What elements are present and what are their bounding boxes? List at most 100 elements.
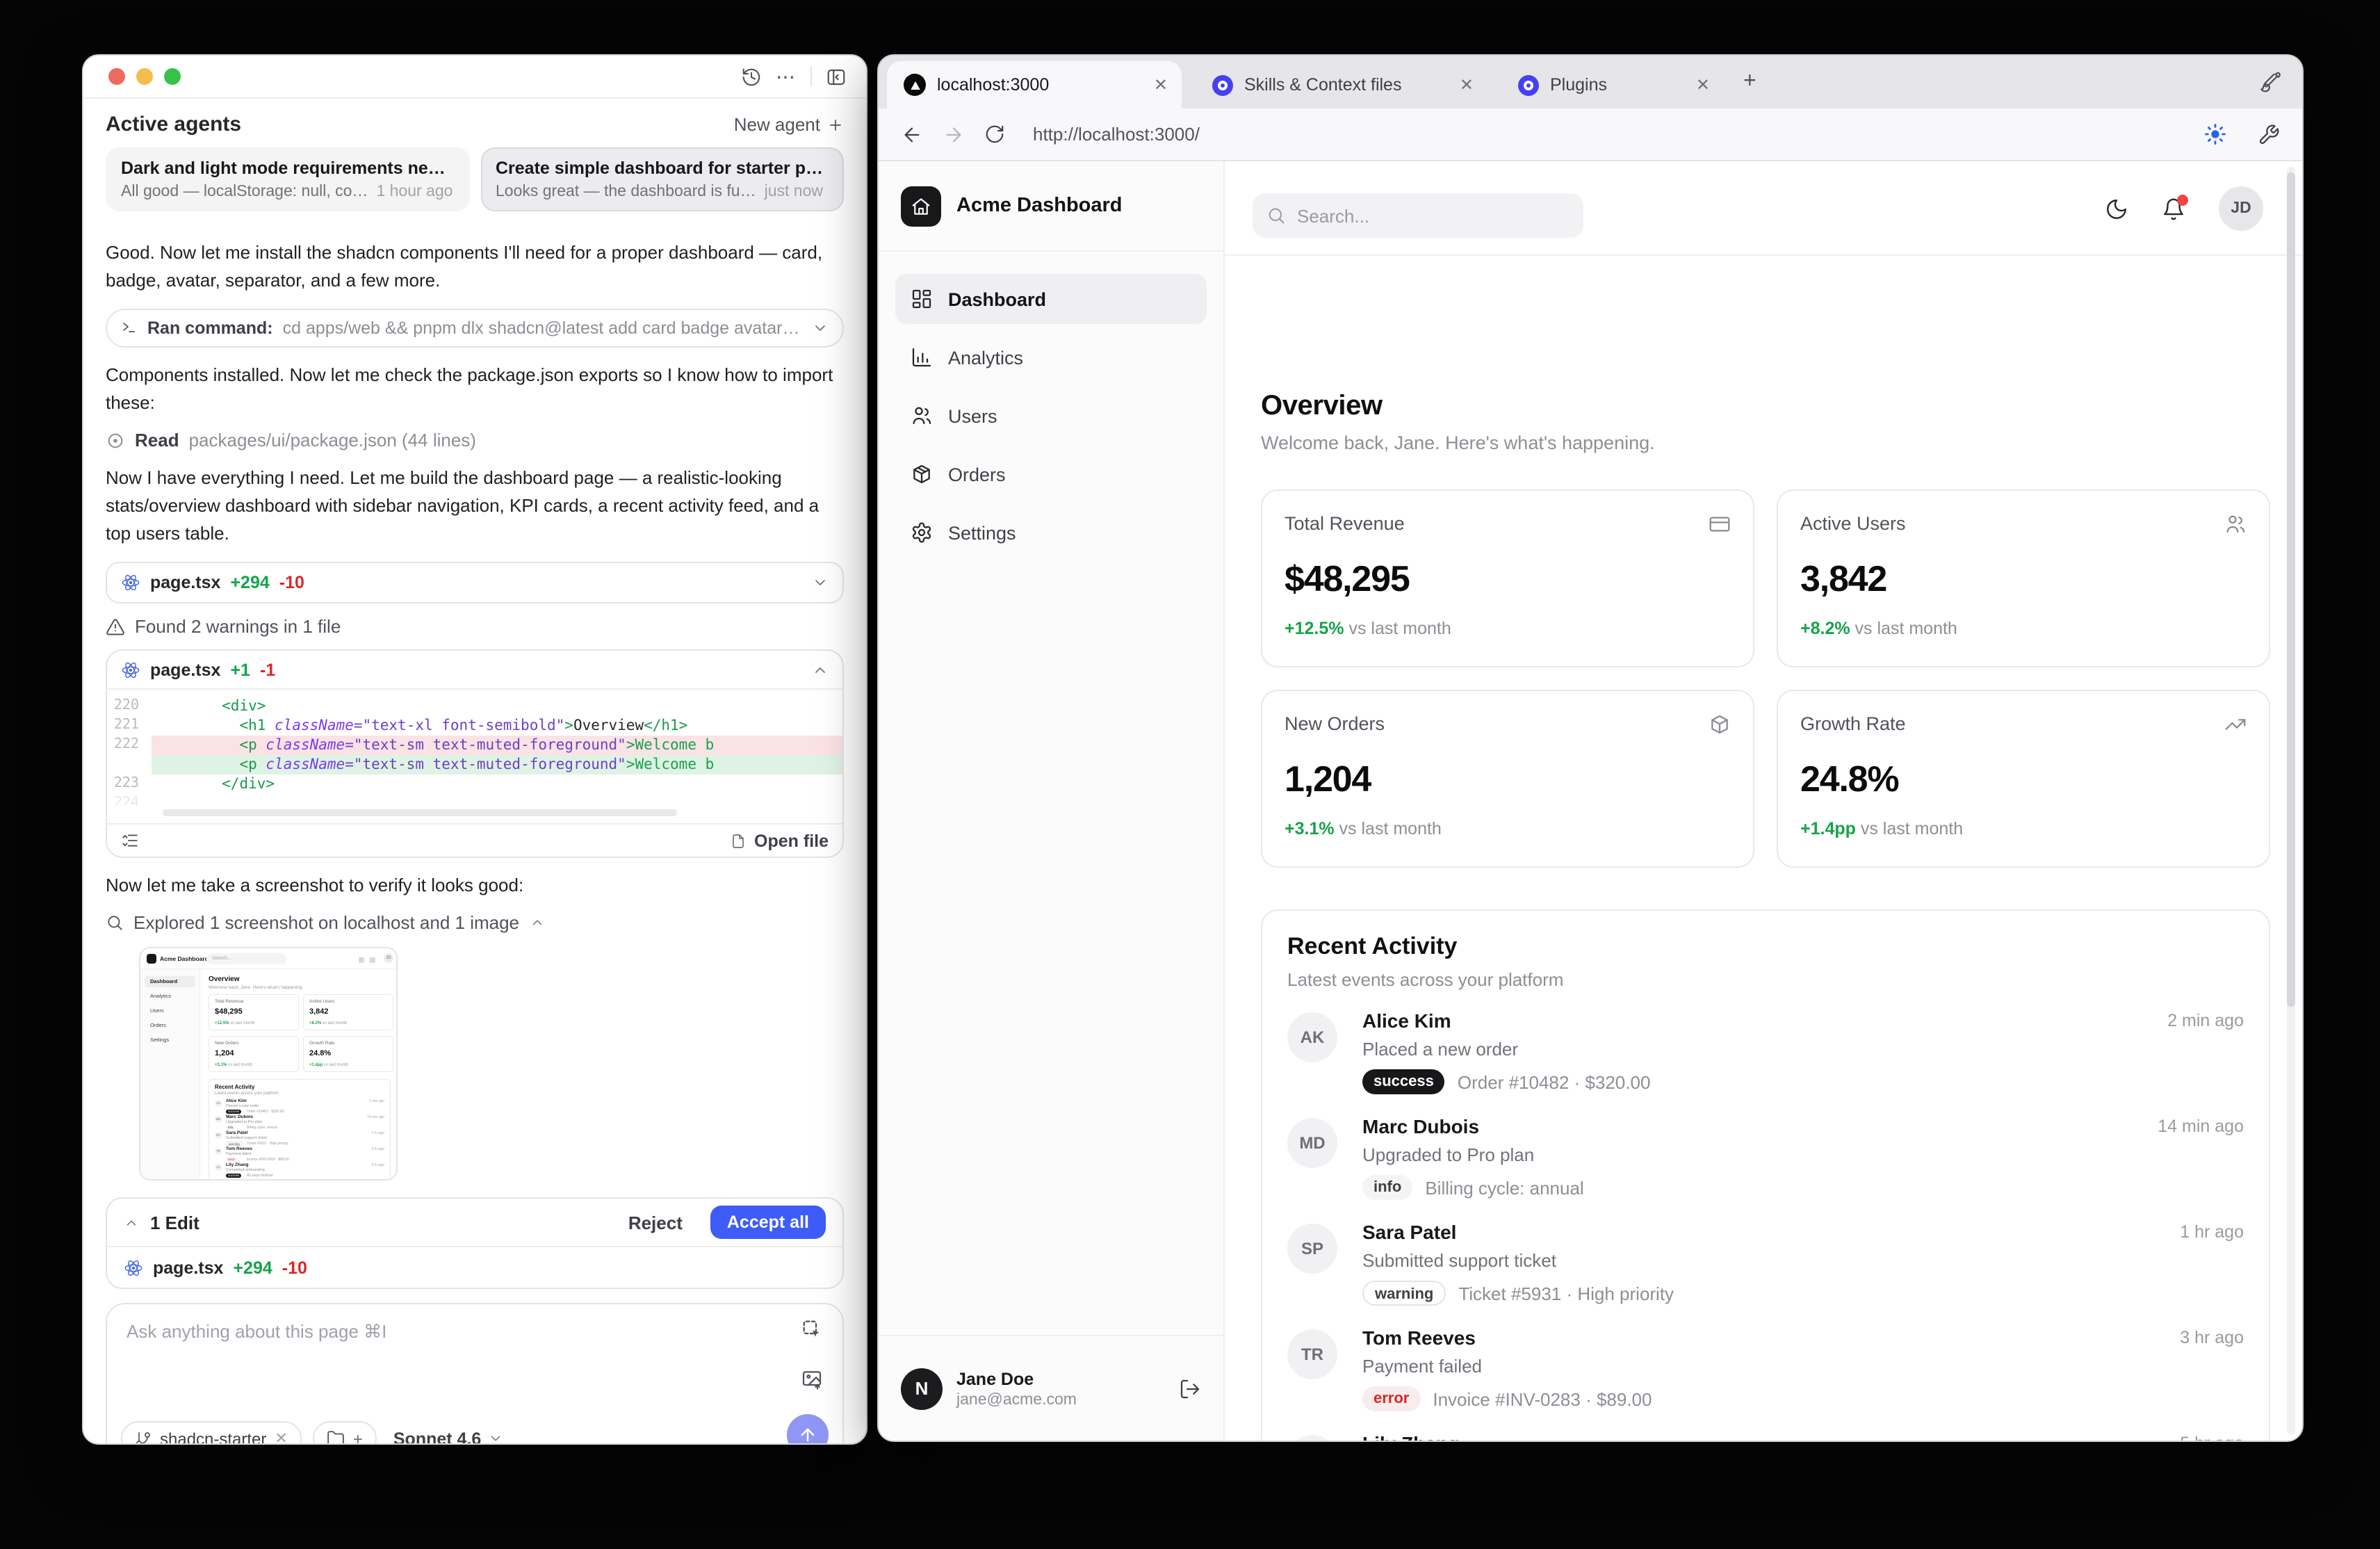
gear-icon bbox=[912, 522, 931, 543]
status-badge: warning bbox=[1362, 1281, 1446, 1306]
diff-header[interactable]: page.tsx +1 -1 bbox=[107, 651, 842, 690]
sidebar-user-row[interactable]: N Jane Doe jane@acme.com bbox=[879, 1335, 1223, 1441]
chevron-down-icon[interactable] bbox=[812, 574, 829, 591]
close-window-button[interactable] bbox=[108, 68, 125, 85]
sidebar-item-settings[interactable]: Settings bbox=[895, 508, 1207, 558]
new-tab-button[interactable]: + bbox=[1743, 70, 1757, 95]
active-agents-title: Active agents bbox=[106, 113, 242, 136]
search-input[interactable] bbox=[1297, 205, 1533, 226]
scrollbar-thumb[interactable] bbox=[2287, 172, 2295, 1007]
reject-button[interactable]: Reject bbox=[628, 1212, 683, 1233]
chat-input[interactable] bbox=[127, 1321, 683, 1404]
new-agent-button[interactable]: New agent bbox=[734, 114, 844, 135]
chat-transcript: Good. Now let me install the shadcn comp… bbox=[83, 211, 866, 1181]
ran-command-row[interactable]: Ran command: cd apps/web && pnpm dlx sha… bbox=[106, 309, 844, 348]
bar-chart-icon bbox=[912, 348, 931, 367]
kpi-value: 1,204 bbox=[1285, 758, 1371, 800]
devtools-wrench-icon[interactable] bbox=[2258, 123, 2280, 145]
address-text[interactable]: http://localhost:3000/ bbox=[1033, 124, 2184, 145]
chevron-up-icon[interactable] bbox=[529, 915, 544, 930]
read-file-row[interactable]: Read packages/ui/package.json (44 lines) bbox=[106, 430, 844, 451]
select-element-icon[interactable] bbox=[801, 1318, 823, 1340]
avatar: AK bbox=[1287, 1012, 1337, 1062]
activity-item: LZ Lily Zhang Completed onboarding succe… bbox=[1287, 1432, 2244, 1441]
chevron-up-icon[interactable] bbox=[124, 1215, 139, 1230]
more-options-icon[interactable]: ⋯ bbox=[776, 65, 797, 88]
terminal-icon bbox=[121, 320, 138, 336]
app-main: JD Overview Welcome back, Jane. Here's w… bbox=[1225, 161, 2302, 1441]
sidebar-item-orders[interactable]: Orders bbox=[895, 449, 1207, 499]
close-tab-icon[interactable]: ✕ bbox=[1696, 75, 1710, 95]
profile-avatar[interactable]: JD bbox=[2219, 186, 2263, 231]
add-context-chip[interactable]: + bbox=[312, 1421, 377, 1443]
agent-card-time: just now bbox=[764, 184, 823, 200]
attach-image-icon[interactable] bbox=[801, 1368, 823, 1390]
minimize-window-button[interactable] bbox=[136, 68, 153, 85]
close-tab-icon[interactable]: ✕ bbox=[1154, 75, 1168, 95]
code-line: 220 <div> bbox=[113, 698, 266, 715]
kpi-value: 3,842 bbox=[1800, 558, 1887, 599]
file-edit-card[interactable]: page.tsx +294 -10 bbox=[106, 562, 844, 603]
logout-icon[interactable] bbox=[1179, 1377, 1201, 1400]
forward-icon[interactable] bbox=[943, 123, 965, 145]
accept-all-button[interactable]: Accept all bbox=[710, 1206, 826, 1239]
browser-window: localhost:3000 ✕ Skills & Context files … bbox=[877, 54, 2304, 1442]
credit-card-icon bbox=[1709, 513, 1731, 535]
doc-tab-icon bbox=[1518, 74, 1539, 95]
package-icon bbox=[913, 464, 930, 484]
screenshot-thumbnail[interactable]: Acme Dashboard Search... JD Dashboard An… bbox=[139, 947, 398, 1181]
horizontal-scrollbar[interactable] bbox=[163, 809, 678, 816]
lines-added: +294 bbox=[233, 1258, 272, 1277]
list-collapse-icon[interactable] bbox=[121, 832, 139, 850]
agent-card-selected[interactable]: Create simple dashboard for starter proj… bbox=[480, 147, 844, 211]
code-line: 224 bbox=[113, 795, 139, 805]
notifications-bell-icon[interactable] bbox=[2162, 194, 2188, 220]
users-icon bbox=[913, 407, 931, 425]
edited-file-row[interactable]: page.tsx +294 -10 bbox=[107, 1246, 842, 1288]
agent-card[interactable]: Dark and light mode requirements needed … bbox=[106, 147, 469, 211]
branch-chip[interactable]: shadcn-starter ✕ bbox=[121, 1421, 302, 1443]
zoom-window-button[interactable] bbox=[164, 68, 181, 85]
avatar: LZ bbox=[1287, 1435, 1337, 1441]
reload-icon[interactable] bbox=[984, 124, 1005, 145]
kpi-delta: +3.1% vs last month bbox=[1285, 819, 1442, 838]
history-icon[interactable] bbox=[741, 66, 762, 87]
mini-logo bbox=[147, 954, 156, 964]
tab-localhost[interactable]: localhost:3000 ✕ bbox=[887, 61, 1182, 108]
vercel-icon bbox=[904, 74, 926, 96]
dark-mode-icon[interactable] bbox=[2105, 197, 2128, 220]
remove-chip-icon[interactable]: ✕ bbox=[275, 1429, 287, 1443]
collapse-panel-icon[interactable] bbox=[826, 66, 847, 87]
kpi-card-active-users: Active Users 3,842 +8.2% vs last month bbox=[1777, 489, 2270, 667]
close-tab-icon[interactable]: ✕ bbox=[1460, 75, 1474, 95]
user-avatar: N bbox=[901, 1368, 943, 1409]
send-button[interactable] bbox=[787, 1414, 829, 1443]
app-search[interactable] bbox=[1253, 193, 1583, 238]
lines-added: +1 bbox=[230, 660, 250, 679]
trending-up-icon bbox=[2224, 713, 2247, 736]
tab-bar: localhost:3000 ✕ Skills & Context files … bbox=[879, 56, 2302, 108]
explored-row[interactable]: Explored 1 screenshot on localhost and 1… bbox=[106, 912, 844, 933]
activity-item: MD Marc Dubois Upgraded to Pro plan info… bbox=[1287, 1115, 2244, 1221]
tab-plugins[interactable]: Plugins ✕ bbox=[1501, 61, 1724, 108]
back-icon[interactable] bbox=[901, 123, 923, 145]
brush-icon[interactable] bbox=[2260, 71, 2283, 93]
sidebar-item-users[interactable]: Users bbox=[895, 391, 1207, 441]
pending-edits-panel: 1 Edit Reject Accept all page.tsx +294 -… bbox=[106, 1197, 844, 1289]
kpi-card-total-revenue: Total Revenue $48,295 +12.5% vs last mon… bbox=[1261, 489, 1754, 667]
scrollbar[interactable] bbox=[2287, 167, 2295, 1435]
code-diff-card: page.tsx +1 -1 220 <div> 221 <h1 classNa… bbox=[106, 649, 844, 858]
open-file-button[interactable]: Open file bbox=[729, 831, 829, 850]
theme-sun-icon[interactable] bbox=[2203, 122, 2227, 146]
warning-icon bbox=[106, 617, 125, 636]
users-icon bbox=[2224, 513, 2247, 535]
sidebar-item-dashboard[interactable]: Dashboard bbox=[895, 274, 1207, 324]
tab-skills-context[interactable]: Skills & Context files ✕ bbox=[1196, 61, 1488, 108]
status-badge: success bbox=[1362, 1069, 1445, 1094]
model-selector[interactable]: Sonnet 4.6 bbox=[393, 1429, 503, 1443]
activity-item: TR Tom Reeves Payment failed error Invoic… bbox=[1287, 1327, 2244, 1432]
sidebar-item-analytics[interactable]: Analytics bbox=[895, 332, 1207, 382]
chevron-down-icon[interactable] bbox=[812, 320, 829, 336]
chevron-up-icon[interactable] bbox=[812, 661, 829, 678]
activity-item: SP Sara Patel Submitted support ticket w… bbox=[1287, 1221, 2244, 1327]
